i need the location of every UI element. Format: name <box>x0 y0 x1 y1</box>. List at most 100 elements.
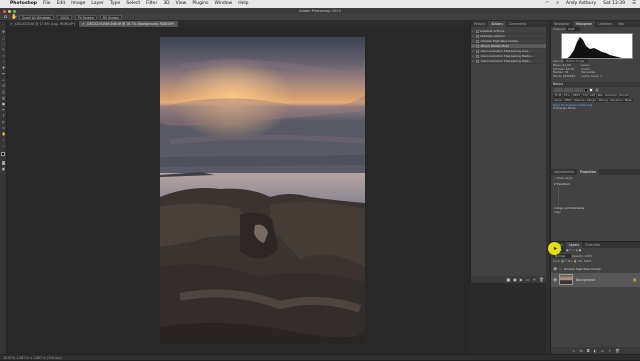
search-icon[interactable]: ⌕ <box>556 0 559 8</box>
record-icon[interactable]: ● <box>513 277 517 282</box>
transform-section[interactable]: Transform <box>556 182 570 186</box>
clone-stamp-tool-icon[interactable]: ⊥ <box>2 78 6 82</box>
shape-tool-icon[interactable]: ▭ <box>2 126 6 130</box>
menu-window[interactable]: Window <box>214 0 232 8</box>
fit-screen-button[interactable]: Fit Screen <box>75 14 97 20</box>
hand-tool-icon[interactable]: ✋ <box>11 14 17 20</box>
zoom-100-button[interactable]: 100% <box>56 14 73 20</box>
dodge-tool-icon[interactable]: ● <box>2 102 6 106</box>
new-action-icon[interactable]: + <box>533 277 536 282</box>
crop-tool-icon[interactable]: ⌗ <box>2 54 6 58</box>
tab-info[interactable]: Info <box>615 21 627 27</box>
dialog-toggle-box[interactable] <box>476 39 479 43</box>
tab-channels[interactable]: Channels <box>582 242 603 248</box>
filter-icons[interactable]: ▣ T ▭ ◈ ● <box>566 248 581 252</box>
hand-tool-icon[interactable]: ✋ <box>2 132 6 136</box>
screen-mode-icon[interactable]: ▣ <box>2 167 6 171</box>
brush-tool-icon[interactable]: ✏ <box>2 72 6 76</box>
source-select[interactable]: Entire Image <box>564 58 589 63</box>
menu-photoshop[interactable]: Photoshop <box>10 0 37 8</box>
pen-tool-icon[interactable]: ✒ <box>2 108 6 112</box>
new-set-icon[interactable]: ▭ <box>526 277 530 282</box>
menu-edit[interactable]: Edit <box>57 0 66 8</box>
transform-fields[interactable] <box>558 187 638 206</box>
tag-button[interactable]: Mask <box>623 98 633 103</box>
layer-name[interactable]: Double High Pass Clarity <box>564 267 601 271</box>
move-tool-icon[interactable]: ✥ <box>2 30 6 34</box>
zoom-window-button[interactable] <box>13 9 16 13</box>
menu-type[interactable]: Type <box>110 0 120 8</box>
dialog-toggle-box[interactable] <box>476 34 479 38</box>
color-swatch[interactable] <box>589 88 594 93</box>
tab-properties[interactable]: Properties <box>576 169 600 175</box>
color-swatch[interactable] <box>594 88 599 93</box>
quick-select-tool-icon[interactable]: ✎ <box>2 48 6 52</box>
document-image[interactable] <box>160 37 365 343</box>
add-mask-icon[interactable]: ◘ <box>587 349 590 353</box>
dialog-toggle-box[interactable] <box>476 49 479 53</box>
trash-icon[interactable]: 🗑 <box>539 277 544 282</box>
tag-button[interactable] <box>553 88 563 93</box>
menu-filter[interactable]: Filter <box>146 0 157 8</box>
adjustment-layer-icon[interactable]: ◐ <box>594 349 597 353</box>
marquee-tool-icon[interactable]: ⬚ <box>2 36 6 40</box>
eyedropper-tool-icon[interactable]: ⁄ <box>2 60 6 64</box>
scroll-all-windows-checkbox[interactable]: Scroll All Windows <box>19 14 54 20</box>
trash-icon[interactable]: 🗑 <box>615 349 620 353</box>
fill-field[interactable]: 100% <box>584 259 592 263</box>
menu-plugins[interactable]: Plugins <box>192 0 208 8</box>
tag-button[interactable] <box>563 88 573 93</box>
menu-view[interactable]: View <box>176 0 187 8</box>
tab-actions[interactable]: Actions <box>488 21 506 27</box>
lasso-tool-icon[interactable]: ◌ <box>2 42 6 46</box>
new-group-icon[interactable]: ▭ <box>601 349 604 353</box>
close-window-button[interactable] <box>3 9 6 13</box>
home-icon[interactable]: ⌂ <box>3 14 8 20</box>
layer-name[interactable]: Background <box>576 278 595 282</box>
lock-icon[interactable]: 🔒 <box>633 278 637 282</box>
link-layers-icon[interactable]: ∞ <box>572 349 575 353</box>
path-select-tool-icon[interactable]: ▸ <box>2 120 6 124</box>
channel-select[interactable]: RGB <box>566 27 581 31</box>
layer-row-group[interactable]: 👁 ▭ Double High Pass Clarity <box>551 265 640 273</box>
gradient-tool-icon[interactable]: ▤ <box>2 96 6 100</box>
quick-mask-icon[interactable]: ◙ <box>2 161 6 165</box>
minimize-window-button[interactable] <box>8 9 11 13</box>
history-brush-tool-icon[interactable]: ↺ <box>2 84 6 88</box>
tab-comments[interactable]: Comments <box>506 21 529 27</box>
tag-button[interactable] <box>573 88 583 93</box>
lock-icons[interactable]: ▦ ✎ ✥ ⌂ 🔒 <box>561 259 577 263</box>
menu-list-icon[interactable]: ☰ <box>632 0 636 8</box>
foreground-color-swatch[interactable] <box>1 152 5 156</box>
dialog-toggle-box[interactable] <box>476 44 479 48</box>
play-icon[interactable]: ▶ <box>520 277 523 282</box>
stop-icon[interactable]: ■ <box>506 277 510 282</box>
tag-button[interactable]: Wrong <box>597 98 609 103</box>
tab-libraries[interactable]: Libraries <box>595 21 615 27</box>
menu-file[interactable]: File <box>43 0 51 8</box>
tab-adjustments[interactable]: Adjustments <box>551 169 577 175</box>
fill-screen-button[interactable]: Fill Screen <box>99 14 123 20</box>
dialog-toggle-box[interactable] <box>476 59 479 63</box>
menu-layer[interactable]: Layer <box>91 0 104 8</box>
menu-3d[interactable]: 3D <box>163 0 169 8</box>
opacity-field[interactable]: 100% <box>584 254 592 258</box>
healing-brush-tool-icon[interactable]: ✚ <box>2 66 6 70</box>
layer-row-background[interactable]: 👁 Background 🔒 <box>551 272 640 287</box>
user-name[interactable]: Andy Astbury <box>566 0 596 8</box>
check-icon[interactable]: ✓ <box>471 59 475 64</box>
eraser-tool-icon[interactable]: ◫ <box>2 90 6 94</box>
color-swatch[interactable] <box>584 88 589 93</box>
action-row[interactable]: ✓ › Deconvolution Sharpening High... <box>471 59 546 64</box>
fx-icon[interactable]: fx <box>579 349 582 353</box>
clock[interactable]: Sat 13:39 <box>603 0 625 8</box>
more-tools-icon[interactable]: … <box>2 144 6 148</box>
type-tool-icon[interactable]: T <box>2 114 6 118</box>
dialog-toggle-box[interactable] <box>476 29 479 33</box>
tab-history[interactable]: History <box>471 21 488 27</box>
menu-help[interactable]: Help <box>238 0 248 8</box>
menu-select[interactable]: Select <box>126 0 140 8</box>
new-layer-icon[interactable]: + <box>608 349 611 353</box>
zoom-tool-icon[interactable]: ⌕ <box>2 138 6 142</box>
tag-button[interactable]: Rename <box>609 98 623 103</box>
